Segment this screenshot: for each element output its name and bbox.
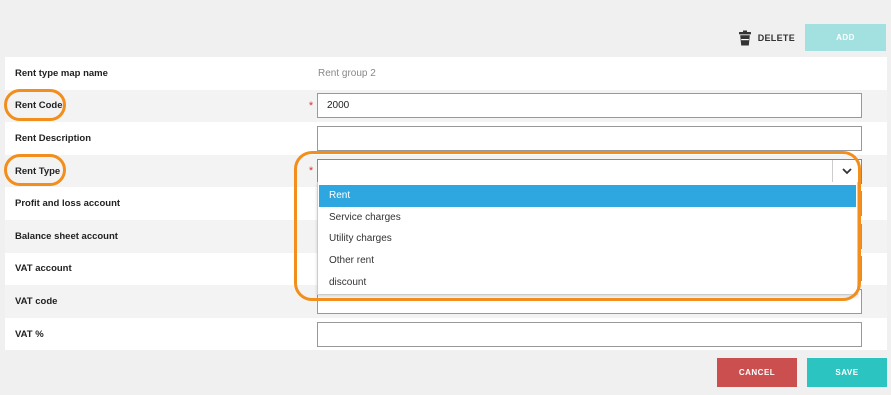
- required-marker: *: [308, 99, 314, 112]
- delete-label: DELETE: [757, 32, 795, 43]
- dropdown-option-discount[interactable]: discount: [319, 271, 856, 293]
- rent-code-label: Rent Code: [15, 100, 63, 112]
- cancel-button[interactable]: CANCEL: [717, 358, 797, 387]
- dropdown-option-other-rent[interactable]: Other rent: [319, 250, 856, 272]
- delete-button[interactable]: DELETE: [738, 30, 795, 46]
- rent-type-map-name-label: Rent type map name: [15, 67, 108, 79]
- required-marker: *: [308, 165, 314, 178]
- rent-description-label: Rent Description: [15, 132, 92, 144]
- save-button[interactable]: SAVE: [807, 358, 887, 387]
- rent-description-input[interactable]: [317, 125, 862, 151]
- rent-type-select[interactable]: [317, 158, 862, 184]
- chevron-down-icon[interactable]: [832, 159, 861, 183]
- rent-type-label: Rent Type: [15, 165, 61, 177]
- balance-sheet-label: Balance sheet account: [15, 230, 118, 242]
- profit-loss-label: Profit and loss account: [15, 198, 121, 210]
- vat-percent-label: VAT %: [15, 328, 44, 340]
- rent-code-input[interactable]: [317, 93, 862, 119]
- toolbar: DELETE ADD: [738, 24, 887, 51]
- dropdown-option-service-charges[interactable]: Service charges: [319, 207, 856, 229]
- dropdown-option-utility-charges[interactable]: Utility charges: [319, 228, 856, 250]
- vat-account-label: VAT account: [15, 263, 72, 275]
- dropdown-option-rent[interactable]: Rent: [319, 185, 856, 207]
- add-button[interactable]: ADD: [805, 24, 886, 51]
- row-rent-code: Rent Code *: [5, 89, 887, 123]
- row-vat-percent: VAT %: [5, 318, 887, 351]
- trash-icon: [738, 30, 752, 46]
- vat-percent-input[interactable]: [317, 321, 862, 347]
- rent-type-map-name-value: Rent group 2: [318, 67, 376, 79]
- row-rent-type-map-name: Rent type map name Rent group 2: [5, 57, 887, 90]
- row-rent-description: Rent Description: [5, 122, 887, 155]
- vat-code-label: VAT code: [15, 295, 58, 307]
- rent-type-dropdown: Rent Service charges Utility charges Oth…: [317, 182, 858, 295]
